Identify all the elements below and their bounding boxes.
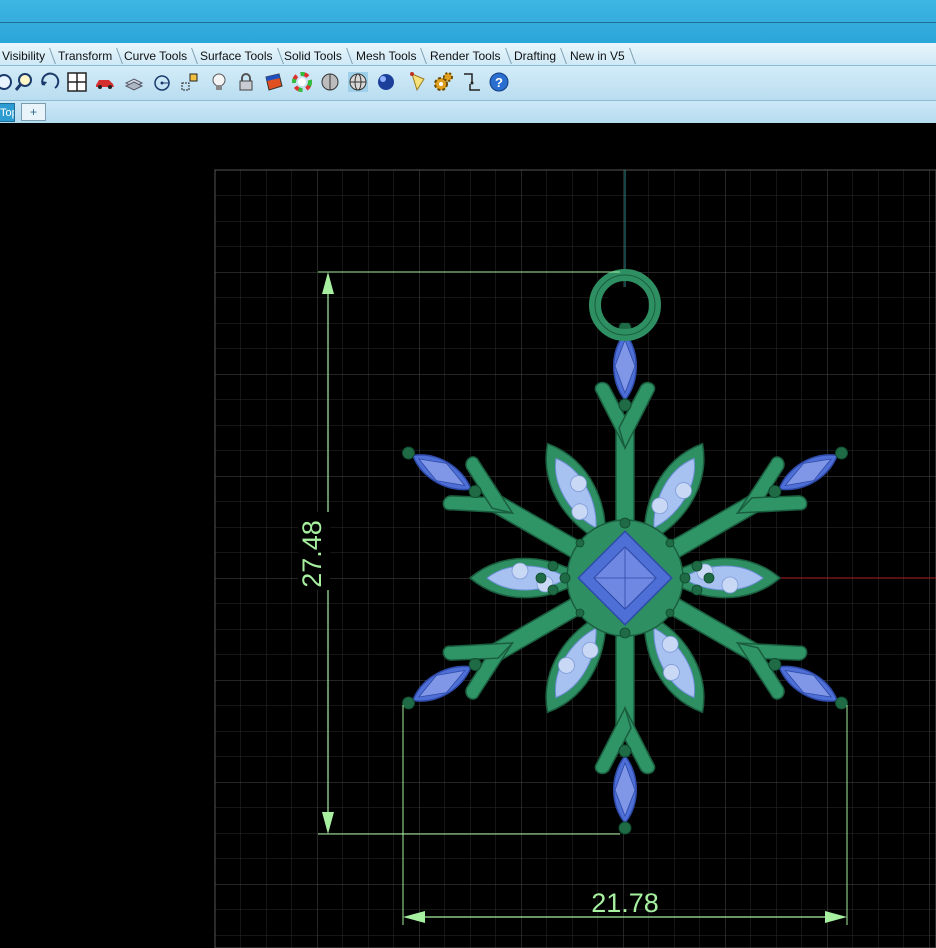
ghosted-sphere-icon[interactable] — [346, 70, 370, 94]
tab-render-tools[interactable]: Render Tools — [428, 48, 503, 64]
material-icon[interactable] — [262, 70, 286, 94]
tab-visibility[interactable]: Visibility — [0, 48, 47, 64]
viewport-tab-bar: Top + — [0, 101, 936, 124]
rendered-sphere-icon[interactable] — [374, 70, 398, 94]
viewport-canvas: 27.48 21.78 — [214, 169, 936, 948]
circle-tool-icon[interactable] — [150, 70, 174, 94]
tab-drafting[interactable]: Drafting — [512, 48, 558, 64]
zoom-window-icon[interactable] — [12, 70, 36, 94]
command-toolbar: ? — [0, 66, 936, 101]
shaded-sphere-icon[interactable] — [318, 70, 342, 94]
toolbar-tab-row: Visibility Transform Curve Tools Surface… — [0, 43, 936, 66]
tab-mesh-tools[interactable]: Mesh Tools — [354, 48, 418, 64]
spotlight-icon[interactable] — [406, 70, 430, 94]
height-dimension-value: 27.48 — [297, 520, 327, 588]
four-viewports-icon[interactable] — [65, 70, 89, 94]
rotate-view-icon[interactable] — [38, 70, 62, 94]
bail-ring-hole — [607, 287, 643, 323]
car-render-icon[interactable] — [93, 70, 117, 94]
tab-surface-tools[interactable]: Surface Tools — [198, 48, 275, 64]
settings-gears-icon[interactable] — [431, 70, 455, 94]
move-gumball-icon[interactable] — [178, 70, 202, 94]
top-viewport[interactable]: 27.48 21.78 — [0, 123, 936, 948]
color-wheel-icon[interactable] — [290, 70, 314, 94]
tab-top-viewport[interactable]: Top — [0, 103, 15, 122]
tab-curve-tools[interactable]: Curve Tools — [122, 48, 189, 64]
lock-icon[interactable] — [234, 70, 258, 94]
help-icon[interactable]: ? — [487, 70, 511, 94]
layer-icon[interactable] — [122, 70, 146, 94]
title-bar — [0, 0, 936, 44]
snap-icon[interactable] — [460, 70, 484, 94]
svg-text:?: ? — [495, 75, 503, 90]
light-bulb-icon[interactable] — [207, 70, 231, 94]
tab-transform[interactable]: Transform — [56, 48, 114, 64]
add-viewport-button[interactable]: + — [21, 103, 46, 121]
tab-solid-tools[interactable]: Solid Tools — [282, 48, 344, 64]
width-dimension-value: 21.78 — [591, 888, 659, 918]
tab-new-in-v5[interactable]: New in V5 — [568, 48, 627, 64]
title-bar-divider — [0, 22, 936, 23]
